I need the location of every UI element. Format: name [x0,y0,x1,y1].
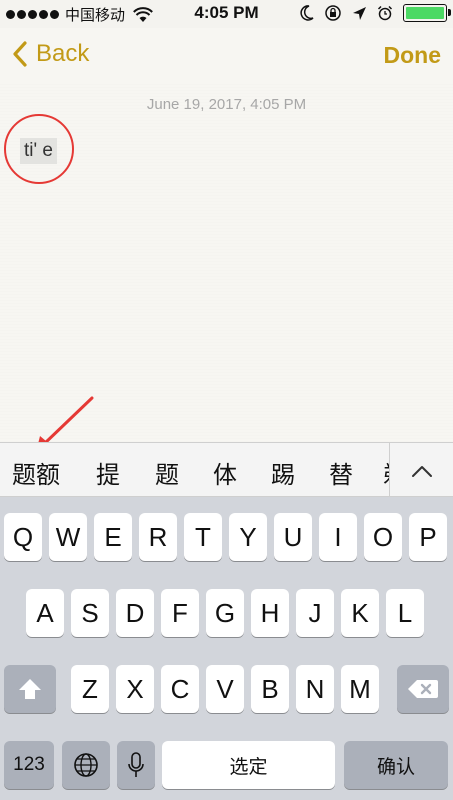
key-j[interactable]: J [296,589,334,637]
note-editor[interactable]: June 19, 2017, 4:05 PM ti' e [0,84,453,442]
back-button[interactable]: Back [12,40,89,68]
chevron-left-icon [13,41,27,67]
candidate-item[interactable]: 体 [213,455,237,490]
return-key[interactable]: 确认 [344,741,448,789]
key-r[interactable]: R [139,513,177,561]
key-x[interactable]: X [116,665,154,713]
space-key-label: 选定 [229,756,268,778]
numbers-key-label: 123 [13,754,45,775]
key-o[interactable]: O [364,513,402,561]
key-b[interactable]: B [251,665,289,713]
key-e[interactable]: E [94,513,132,561]
shift-key[interactable] [4,665,56,713]
key-q[interactable]: Q [4,513,42,561]
key-p[interactable]: P [409,513,447,561]
key-s[interactable]: S [71,589,109,637]
key-m[interactable]: M [341,665,379,713]
expand-candidates-button[interactable] [389,443,453,498]
key-y[interactable]: Y [229,513,267,561]
key-k[interactable]: K [341,589,379,637]
rotation-lock-icon [325,5,341,21]
note-date: June 19, 2017, 4:05 PM [146,96,307,113]
key-n[interactable]: N [296,665,334,713]
return-key-label: 确认 [376,756,415,778]
keyboard: Q W E R T Y U I O P A S D F G H J K L Z … [0,497,453,800]
space-key[interactable]: 选定 [162,741,335,789]
microphone-icon [128,752,144,777]
location-icon [353,6,366,20]
key-t[interactable]: T [184,513,222,561]
shift-icon [19,679,41,699]
key-w[interactable]: W [49,513,87,561]
key-f[interactable]: F [161,589,199,637]
globe-key[interactable] [62,741,110,789]
key-z[interactable]: Z [71,665,109,713]
globe-icon [74,753,98,777]
dictation-key[interactable] [117,741,155,789]
alarm-icon [377,5,393,21]
key-g[interactable]: G [206,589,244,637]
candidate-item[interactable]: 踢 [271,455,295,490]
delete-icon [408,680,438,698]
candidate-item[interactable]: 题 [155,455,179,490]
delete-key[interactable] [397,665,449,713]
key-v[interactable]: V [206,665,244,713]
key-a[interactable]: A [26,589,64,637]
key-h[interactable]: H [251,589,289,637]
status-right [300,4,451,22]
candidate-list: 题额 提 题 体 踢 替 剃 [0,443,390,498]
navigation-bar: Back Done [0,28,453,84]
moon-icon [300,5,314,21]
candidate-item[interactable]: 提 [96,455,120,490]
candidate-item[interactable]: 替 [329,455,353,490]
key-l[interactable]: L [386,589,424,637]
candidate-bar: 题额 提 题 体 踢 替 剃 [0,442,453,498]
done-button[interactable]: Done [384,42,442,69]
key-i[interactable]: I [319,513,357,561]
battery-icon [403,4,451,22]
candidate-item[interactable]: 题额 [12,455,60,490]
note-text[interactable]: ti' e [20,138,57,164]
chevron-up-icon [411,465,432,477]
status-bar: 中国移动 4:05 PM [0,0,453,28]
numbers-key[interactable]: 123 [4,741,54,789]
key-d[interactable]: D [116,589,154,637]
back-label: Back [36,40,90,67]
key-u[interactable]: U [274,513,312,561]
key-c[interactable]: C [161,665,199,713]
